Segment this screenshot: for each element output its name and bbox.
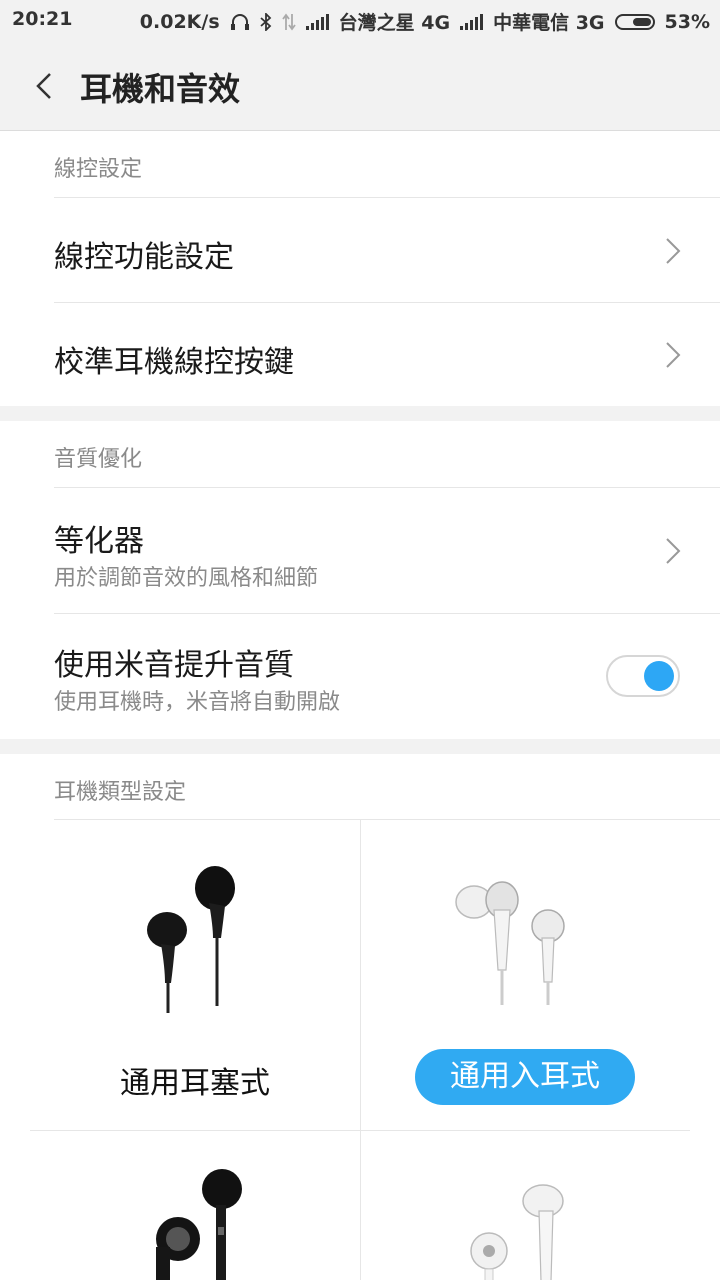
status-bar: 20:21 0.02K/s 台灣之星 4G 中華電信 3G 53%: [0, 0, 720, 42]
line-control-function-item[interactable]: 線控功能設定: [0, 198, 720, 302]
item-title: 等化器: [54, 524, 144, 559]
carrier-2: 中華電信 3G: [493, 12, 605, 34]
status-time: 20:21: [12, 8, 73, 30]
app-header: 耳機和音效: [0, 42, 720, 131]
section-label-line-control: 線控設定: [54, 157, 143, 182]
white-headphone-icon: [470, 1184, 564, 1280]
toggle-knob: [644, 661, 674, 691]
battery-icon: [614, 13, 655, 30]
chevron-right-icon: [666, 238, 681, 264]
headphone-type-option-3[interactable]: [30, 1131, 360, 1280]
item-subtitle: 用於調節音效的風格和細節: [54, 566, 319, 591]
black-earbud-headphone-icon: [147, 866, 235, 1013]
section-label-sound-quality: 音質優化: [54, 447, 143, 472]
bluetooth-icon: [260, 12, 271, 31]
item-subtitle: 使用耳機時，米音將自動開啟: [54, 690, 341, 715]
type-label-in-ear: 通用入耳式: [415, 1049, 635, 1105]
page-title: 耳機和音效: [80, 70, 241, 108]
equalizer-item[interactable]: 等化器 用於調節音效的風格和細節: [0, 488, 720, 613]
black-headphone-icon: [156, 1169, 242, 1280]
type-label-earbud: 通用耳塞式: [120, 1066, 270, 1101]
headphone-icon: [230, 13, 249, 30]
calibrate-buttons-item[interactable]: 校準耳機線控按鍵: [0, 303, 720, 406]
mi-sound-item: 使用米音提升音質 使用耳機時，米音將自動開啟: [0, 614, 720, 739]
data-transfer-icon: [281, 13, 296, 30]
back-arrow-icon[interactable]: [28, 68, 64, 104]
item-title: 使用米音提升音質: [54, 648, 294, 683]
signal-icon: [305, 13, 329, 30]
item-title: 校準耳機線控按鍵: [54, 345, 294, 380]
section-label-headphone-type: 耳機類型設定: [54, 780, 187, 805]
headphone-type-in-ear[interactable]: 通用入耳式: [361, 820, 690, 1130]
sound-quality-section: 音質優化 等化器 用於調節音效的風格和細節 使用米音提升音質 使用耳機時，米音將…: [0, 421, 720, 739]
headphone-type-section: 耳機類型設定 通用耳塞式 通用入耳式: [0, 754, 720, 1280]
chevron-right-icon: [666, 342, 681, 368]
headphone-type-option-4[interactable]: [361, 1131, 690, 1280]
battery-percent: 53%: [664, 10, 710, 33]
white-in-ear-headphone-icon: [455, 881, 565, 1005]
item-title: 線控功能設定: [54, 240, 234, 275]
line-control-section: 線控設定 線控功能設定 校準耳機線控按鍵: [0, 131, 720, 406]
mi-sound-toggle[interactable]: [606, 655, 680, 697]
signal-icon-2: [460, 13, 484, 30]
network-speed: 0.02K/s: [139, 10, 220, 33]
headphone-type-earbud[interactable]: 通用耳塞式: [30, 820, 360, 1130]
carrier-1: 台灣之星 4G: [338, 12, 451, 34]
chevron-right-icon: [666, 538, 681, 564]
